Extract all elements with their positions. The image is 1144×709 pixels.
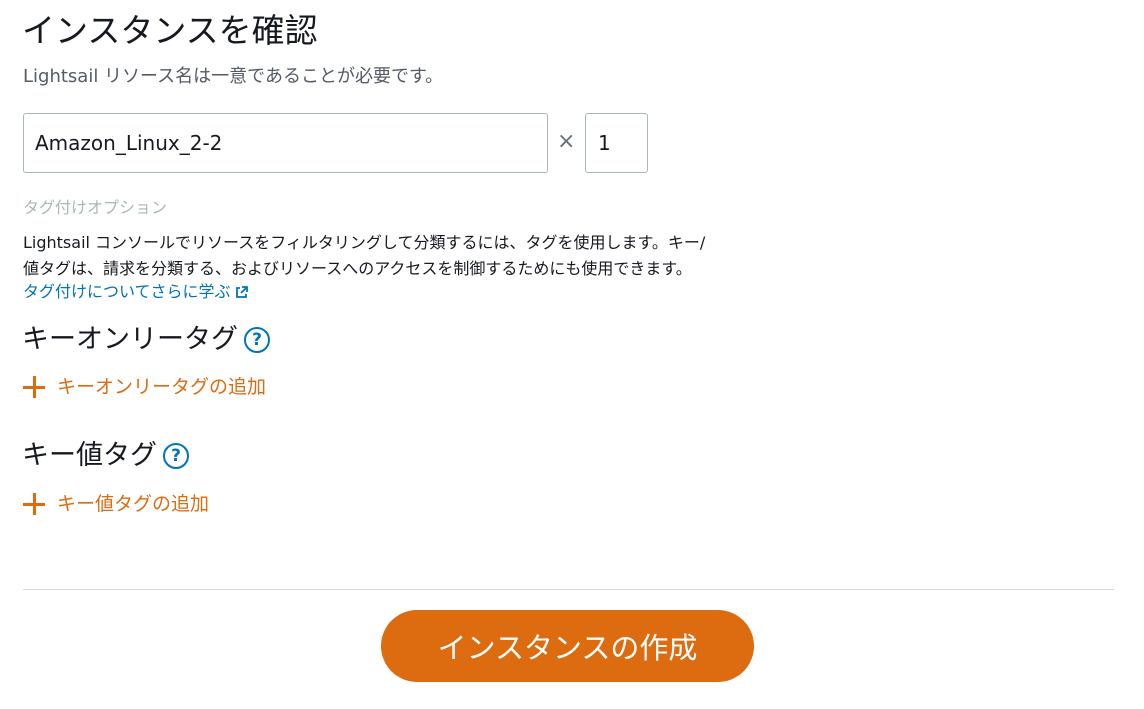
help-icon[interactable]: ?	[244, 327, 270, 353]
key-value-tags-heading: キー値タグ?	[22, 438, 189, 474]
add-key-value-tag-button[interactable]: キー値タグの追加	[23, 490, 209, 518]
page-subtitle: Lightsail リソース名は一意であることが必要です。	[23, 66, 444, 87]
plus-icon	[23, 493, 45, 515]
learn-more-tagging-link[interactable]: タグ付けについてさらに学ぶ	[23, 280, 248, 306]
key-only-tags-title: キーオンリータグ	[22, 324, 238, 355]
create-instance-button[interactable]: インスタンスの作成	[381, 610, 754, 682]
tag-description-line: 値タグは、請求を分類する、およびリソースへのアクセスを制御するためにも使用できま…	[23, 259, 692, 278]
external-link-icon	[235, 282, 248, 306]
learn-more-link-label: タグ付けについてさらに学ぶ	[23, 282, 231, 301]
instance-count-input[interactable]	[585, 113, 648, 173]
footer-divider	[23, 589, 1114, 590]
add-key-value-tag-label: キー値タグの追加	[57, 493, 210, 515]
add-key-only-tag-button[interactable]: キーオンリータグの追加	[23, 373, 266, 401]
tag-description: Lightsail コンソールでリソースをフィルタリングして分類するには、タグを…	[23, 230, 783, 282]
key-value-tags-title: キー値タグ	[22, 440, 157, 471]
add-key-only-tag-label: キーオンリータグの追加	[57, 376, 267, 398]
tag-description-line: Lightsail コンソールでリソースをフィルタリングして分類するには、タグを…	[23, 233, 706, 252]
help-icon[interactable]: ?	[163, 443, 189, 469]
tag-option-label: タグ付けオプション	[23, 198, 168, 217]
page-title: インスタンスを確認	[22, 11, 318, 50]
multiply-sign: ×	[557, 129, 576, 154]
key-only-tags-heading: キーオンリータグ?	[22, 322, 270, 358]
instance-name-input[interactable]	[23, 113, 548, 173]
plus-icon	[23, 376, 45, 398]
